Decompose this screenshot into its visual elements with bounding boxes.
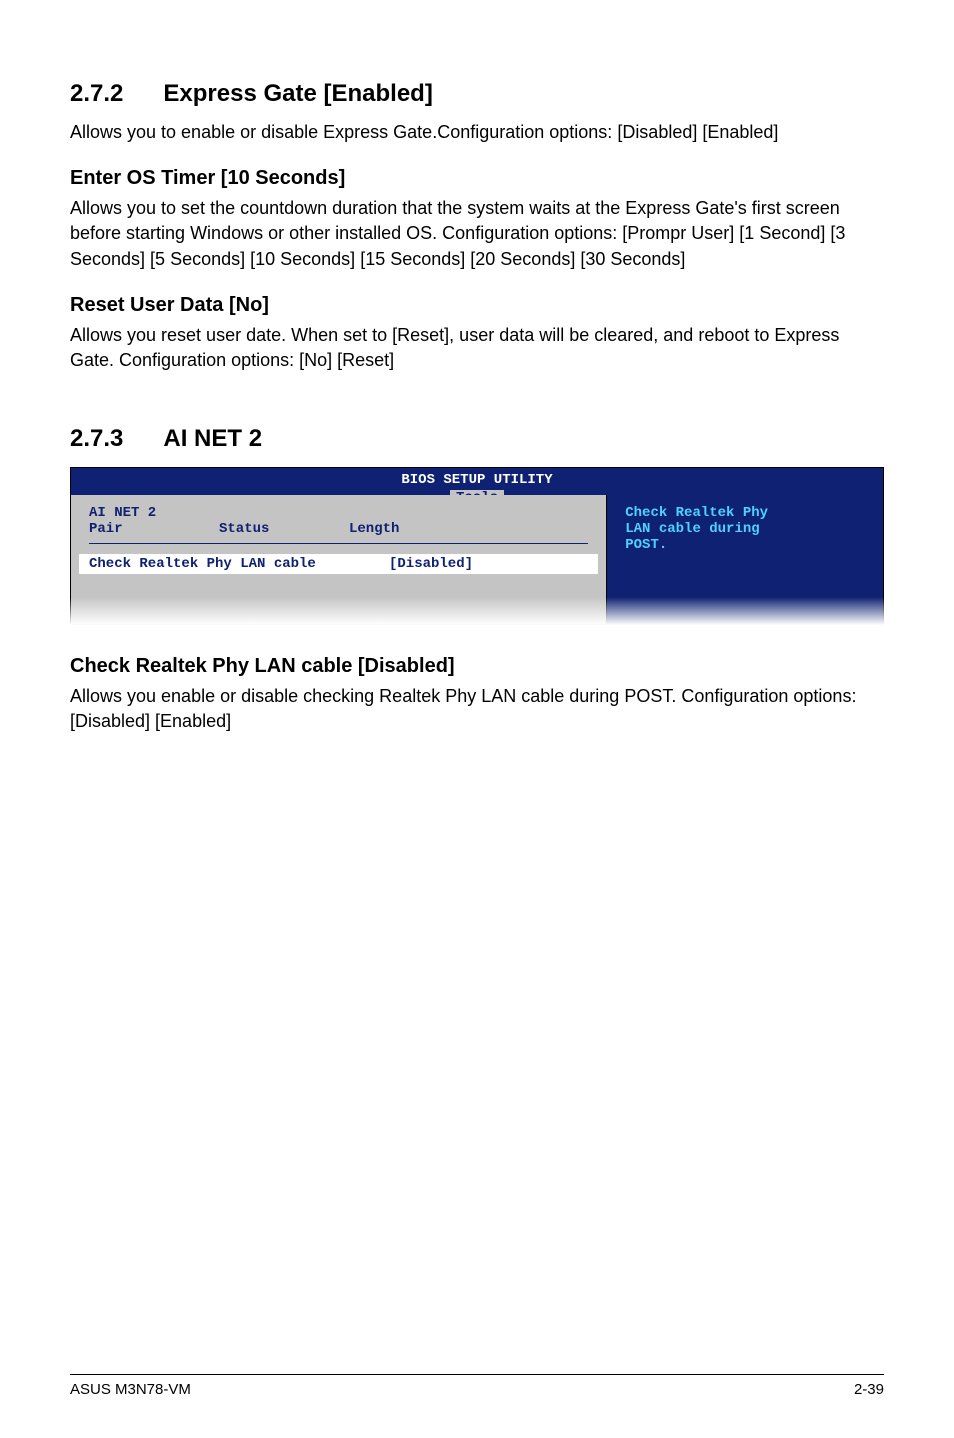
footer-right: 2-39 bbox=[854, 1381, 884, 1398]
bios-help-line1: Check Realtek Phy bbox=[625, 505, 865, 521]
bios-col-ai-net-2: AI NET 2 bbox=[89, 505, 219, 521]
bios-utility-panel: BIOS SETUP UTILITY Tools AI NET 2 Pair S… bbox=[70, 467, 884, 625]
bios-divider bbox=[89, 543, 588, 544]
bios-selected-row: Check Realtek Phy LAN cable [Disabled] bbox=[79, 554, 598, 574]
section-number-2: 2.7.3 bbox=[70, 425, 123, 453]
bios-help-line3: POST. bbox=[625, 537, 865, 553]
section-title-text-2: AI NET 2 bbox=[163, 425, 262, 452]
sub-heading-check-realtek: Check Realtek Phy LAN cable [Disabled] bbox=[70, 655, 884, 678]
bios-help-line2: LAN cable during bbox=[625, 521, 865, 537]
bios-selected-label: Check Realtek Phy LAN cable bbox=[89, 556, 389, 572]
bios-help-panel: Check Realtek Phy LAN cable during POST. bbox=[607, 495, 884, 625]
page-footer: ASUS M3N78-VM 2-39 bbox=[70, 1374, 884, 1398]
bios-left-panel: AI NET 2 Pair Status Length Check Realte… bbox=[70, 495, 607, 625]
sub-heading-reset-user-data: Reset User Data [No] bbox=[70, 294, 884, 317]
bios-col-status: Status bbox=[219, 521, 349, 537]
sub-text-check-realtek: Allows you enable or disable checking Re… bbox=[70, 684, 884, 734]
sub-text-enter-os-timer: Allows you to set the countdown duration… bbox=[70, 196, 884, 272]
section-desc: Allows you to enable or disable Express … bbox=[70, 120, 884, 145]
bios-title: BIOS SETUP UTILITY bbox=[401, 472, 552, 488]
footer-left: ASUS M3N78-VM bbox=[70, 1381, 191, 1398]
bios-col-length: Length bbox=[349, 521, 479, 537]
sub-text-reset-user-data: Allows you reset user date. When set to … bbox=[70, 323, 884, 373]
section-heading-ai-net-2: 2.7.3 AI NET 2 bbox=[70, 425, 884, 453]
section-heading-express-gate: 2.7.2 Express Gate [Enabled] bbox=[70, 80, 884, 108]
bios-col-pair: Pair bbox=[89, 521, 219, 537]
bios-selected-value: [Disabled] bbox=[389, 556, 473, 572]
bios-header: BIOS SETUP UTILITY Tools bbox=[70, 467, 884, 495]
section-number: 2.7.2 bbox=[70, 80, 123, 108]
sub-heading-enter-os-timer: Enter OS Timer [10 Seconds] bbox=[70, 167, 884, 190]
section-title-text: Express Gate [Enabled] bbox=[163, 80, 432, 107]
